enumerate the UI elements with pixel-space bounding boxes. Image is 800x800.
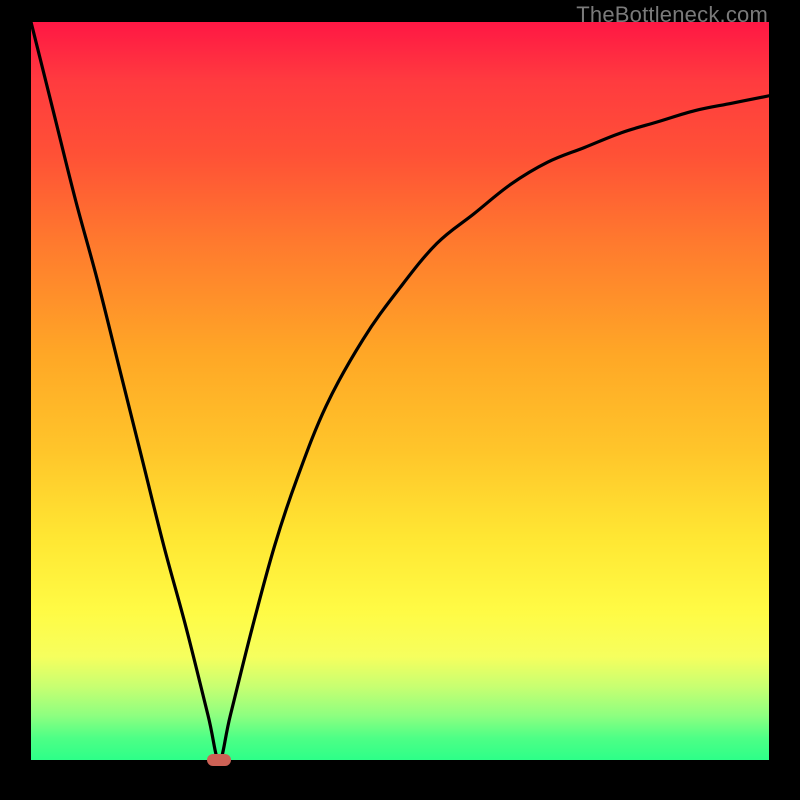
- plot-area: [31, 22, 769, 760]
- chart-frame: TheBottleneck.com: [0, 0, 800, 800]
- bottleneck-curve: [31, 22, 769, 760]
- minimum-marker: [207, 754, 231, 766]
